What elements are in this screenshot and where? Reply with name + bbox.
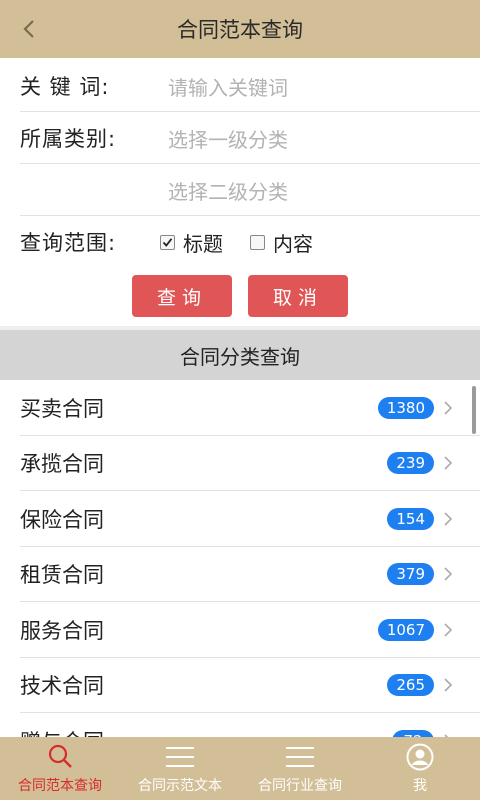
search-icon	[45, 743, 75, 771]
list-item[interactable]: 保险合同 154	[0, 491, 480, 547]
list-item[interactable]: 服务合同 1067	[0, 602, 480, 658]
chevron-right-icon	[444, 512, 453, 526]
page-title: 合同范本查询	[177, 18, 303, 42]
keyword-label: 关 键 词:	[20, 75, 110, 99]
count-badge: 1380	[377, 396, 434, 419]
checkbox-unchecked-icon	[250, 234, 265, 250]
tab-label: 我	[413, 778, 427, 794]
category-name: 承揽合同	[20, 452, 104, 477]
keyword-input[interactable]: 请输入关键词	[168, 72, 288, 101]
menu-icon	[285, 743, 315, 771]
list-item[interactable]: 租赁合同 379	[0, 547, 480, 602]
scrollbar[interactable]	[472, 386, 476, 434]
chevron-right-icon	[444, 456, 453, 470]
count-badge: 265	[387, 674, 434, 697]
tab-industry-search[interactable]: 合同行业查询	[240, 737, 360, 800]
count-badge: 154	[387, 507, 434, 530]
chevron-right-icon	[444, 401, 453, 415]
chevron-left-icon	[23, 20, 34, 38]
user-icon	[405, 743, 435, 771]
chevron-right-icon	[444, 623, 453, 637]
category-name: 保险合同	[20, 507, 104, 532]
checkbox-checked-icon	[160, 234, 175, 250]
search-form: 关 键 词: 请输入关键词 所属类别: 选择一级分类 选择二级分类 查询范围: …	[0, 58, 480, 326]
list-item[interactable]: 技术合同 265	[0, 658, 480, 713]
count-badge: 1067	[377, 618, 434, 641]
list-item[interactable]: 承揽合同 239	[0, 436, 480, 491]
category-row: 所属类别: 选择一级分类	[0, 112, 480, 164]
tab-label: 合同行业查询	[258, 778, 342, 794]
chevron-right-icon	[444, 567, 453, 581]
title-bar: 合同范本查询	[0, 0, 480, 58]
tab-contract-search[interactable]: 合同范本查询	[0, 737, 120, 800]
count-badge: 239	[387, 452, 434, 475]
category-label: 所属类别:	[20, 127, 117, 151]
menu-icon	[165, 743, 195, 771]
keyword-row: 关 键 词: 请输入关键词	[0, 60, 480, 112]
category-name: 买卖合同	[20, 396, 104, 421]
category1-select[interactable]: 选择一级分类	[168, 124, 288, 153]
chevron-right-icon	[444, 678, 453, 692]
category-name: 租赁合同	[20, 563, 104, 588]
tab-label: 合同示范文本	[138, 778, 222, 794]
scope-title-label: 标题	[183, 231, 223, 256]
list-item[interactable]: 赠与合同 72	[0, 713, 480, 737]
scope-title-checkbox[interactable]: 标题	[160, 228, 223, 257]
section-header: 合同分类查询	[0, 330, 480, 380]
bottom-tab-bar: 合同范本查询 合同示范文本 合同行业查询 我	[0, 737, 480, 800]
scope-content-checkbox[interactable]: 内容	[250, 228, 313, 257]
tab-me[interactable]: 我	[360, 737, 480, 800]
category2-select[interactable]: 选择二级分类	[168, 176, 288, 205]
category-name: 技术合同	[20, 674, 104, 699]
search-button[interactable]: 查询	[132, 275, 232, 317]
scope-label: 查询范围:	[20, 231, 117, 255]
scope-row: 查询范围: 标题 内容	[0, 216, 480, 268]
list-item[interactable]: 买卖合同 1380	[0, 380, 480, 436]
cancel-button[interactable]: 取消	[248, 275, 348, 317]
category-name: 赠与合同	[20, 726, 104, 737]
back-button[interactable]	[14, 14, 44, 44]
scope-content-label: 内容	[273, 231, 313, 256]
category-name: 服务合同	[20, 618, 104, 643]
tab-model-text[interactable]: 合同示范文本	[120, 737, 240, 800]
count-badge: 72	[392, 729, 434, 737]
count-badge: 379	[387, 563, 434, 586]
subcategory-row: 选择二级分类	[0, 164, 480, 216]
category-list[interactable]: 买卖合同 1380 承揽合同 239 保险合同 154 租赁合同 379 服务合…	[0, 380, 480, 737]
tab-label: 合同范本查询	[18, 778, 102, 794]
